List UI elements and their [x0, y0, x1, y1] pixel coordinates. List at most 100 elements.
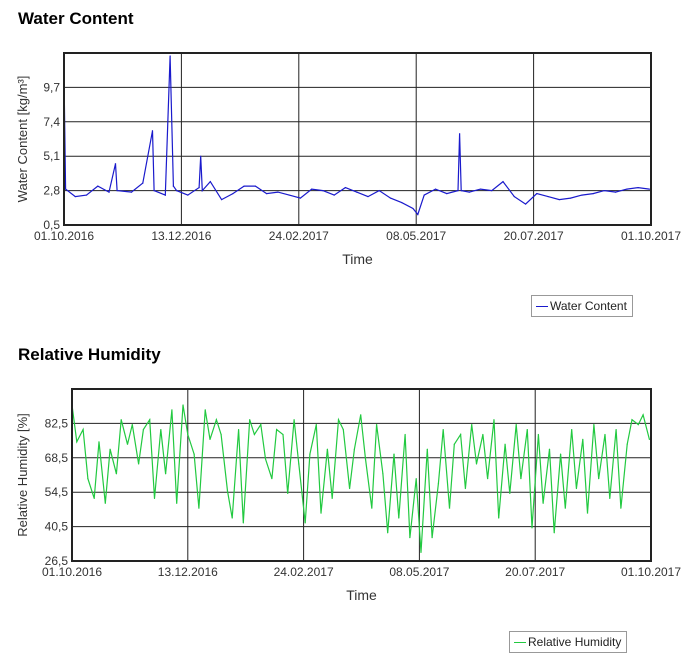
data-point — [242, 522, 244, 524]
data-point — [126, 443, 129, 445]
x-tick-label: 20.07.2017 — [505, 565, 565, 579]
x-tick-label: 20.07.2017 — [504, 229, 564, 243]
data-point — [479, 188, 482, 190]
page: Water Content Relative Humidity 0,5 2,8 5,… — [0, 0, 692, 665]
data-point — [320, 512, 322, 514]
x-tick-label: 24.02.2017 — [269, 229, 329, 243]
data-point — [460, 433, 462, 436]
data-point — [264, 458, 267, 460]
data-point — [298, 463, 300, 465]
data-point — [315, 424, 317, 426]
data-point — [475, 463, 478, 465]
data-point — [277, 191, 279, 193]
data-point — [209, 181, 211, 183]
data-point — [226, 490, 229, 492]
chart-0: 0,52,85,17,49,701.10.2016 13.12.2016 24.02… — [15, 52, 681, 267]
data-point — [344, 187, 347, 189]
y-tick-label: 54,5 — [45, 485, 69, 499]
data-point — [149, 419, 151, 421]
data-point — [513, 195, 515, 198]
data-point — [237, 428, 240, 431]
data-point — [76, 441, 78, 443]
data-point — [311, 188, 313, 190]
data-point — [97, 185, 99, 187]
data-point — [87, 478, 89, 480]
data-point — [631, 419, 633, 421]
data-point — [468, 191, 470, 193]
data-point — [648, 188, 650, 190]
data-point — [409, 537, 411, 539]
data-point — [404, 433, 406, 436]
data-point — [426, 448, 428, 450]
data-point — [266, 192, 268, 195]
data-point — [515, 424, 517, 426]
x-tick-label: 01.10.2016 — [34, 229, 94, 243]
data-point — [442, 428, 444, 431]
data-point — [116, 190, 118, 192]
data-point — [201, 190, 203, 192]
data-point — [221, 198, 223, 201]
data-point — [382, 473, 384, 475]
data-point — [586, 512, 589, 514]
data-point — [198, 507, 200, 509]
data-point — [171, 409, 173, 411]
data-point — [387, 532, 389, 534]
data-point — [253, 433, 256, 436]
data-point — [575, 487, 578, 490]
x-tick-label: 08.05.2017 — [386, 229, 446, 243]
data-point — [322, 190, 324, 192]
data-point — [389, 197, 392, 199]
data-point — [609, 497, 611, 499]
data-point — [536, 192, 538, 195]
data-point — [331, 497, 333, 499]
data-point — [367, 195, 369, 198]
legend-swatch — [536, 305, 548, 307]
data-point — [401, 201, 403, 204]
data-point — [182, 404, 184, 406]
data-point — [412, 207, 414, 210]
data-point — [448, 507, 451, 509]
data-point — [548, 448, 551, 450]
data-point — [82, 428, 84, 431]
data-point — [164, 473, 167, 475]
x-axis-label: Time — [342, 251, 373, 267]
data-point — [431, 537, 433, 539]
data-point — [542, 502, 544, 504]
y-axis-label: Water Content [kg/m³] — [15, 76, 30, 203]
data-point — [434, 188, 437, 190]
data-point — [491, 190, 493, 192]
data-point — [593, 424, 595, 426]
data-point — [187, 194, 189, 196]
data-point — [615, 191, 617, 193]
data-point — [498, 517, 500, 519]
data-point — [626, 443, 628, 445]
legend-relative-humidity: Relative Humidity — [509, 631, 628, 653]
data-point — [353, 448, 355, 450]
data-point — [582, 438, 584, 440]
data-point — [378, 190, 380, 192]
data-point — [193, 453, 195, 455]
data-point — [271, 478, 273, 480]
data-point — [423, 194, 425, 196]
data-point — [243, 185, 245, 187]
data-point — [460, 190, 462, 192]
data-point — [493, 419, 495, 421]
data-point — [176, 502, 178, 504]
data-point — [333, 194, 335, 196]
data-point — [220, 433, 222, 436]
data-point — [142, 182, 144, 184]
x-tick-label: 24.02.2017 — [274, 565, 334, 579]
data-point — [304, 522, 306, 524]
legend-water-content: Water Content — [531, 295, 633, 317]
y-tick-label: 9,7 — [43, 80, 60, 94]
data-point — [209, 438, 211, 440]
data-point — [592, 192, 594, 195]
data-point — [142, 428, 144, 431]
data-point — [164, 194, 166, 196]
data-point — [200, 155, 202, 157]
y-tick-label: 5,1 — [43, 149, 60, 163]
data-point — [446, 192, 448, 195]
data-point — [459, 133, 461, 135]
data-point — [604, 433, 606, 436]
y-tick-label: 40,5 — [45, 520, 69, 534]
